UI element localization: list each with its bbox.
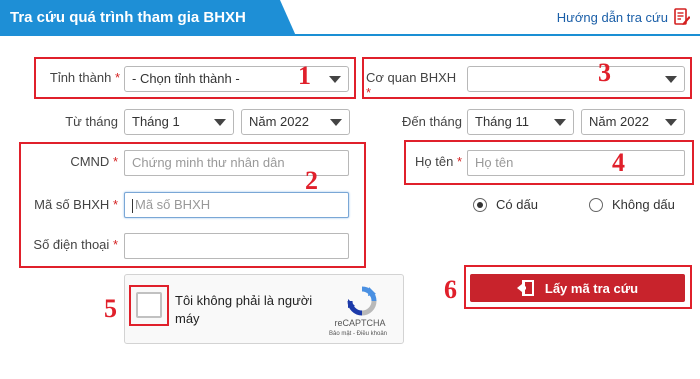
radio-unaccented[interactable]: Không dấu <box>589 197 675 212</box>
to-month-label: Đến tháng <box>402 114 462 129</box>
recaptcha-logo-icon <box>347 286 377 316</box>
annotation-number-2: 2 <box>305 166 318 195</box>
annotation-number-5: 5 <box>104 294 117 323</box>
from-year-select[interactable]: Năm 2022 <box>241 109 350 135</box>
guide-link-label: Hướng dẫn tra cứu <box>556 9 668 25</box>
annotation-box-5 <box>129 285 169 326</box>
annotation-number-1: 1 <box>298 61 311 90</box>
chevron-down-icon <box>554 119 566 126</box>
annotation-box-6 <box>464 265 692 309</box>
annotation-number-4: 4 <box>612 148 625 177</box>
guide-link[interactable]: Hướng dẫn tra cứu <box>557 8 690 26</box>
page-title: Tra cứu quá trình tham gia BHXH <box>0 0 296 36</box>
annotation-box-3 <box>362 57 692 99</box>
recaptcha-links[interactable]: Bảo mật - Điều khoản <box>318 331 398 337</box>
from-month-select[interactable]: Tháng 1 <box>124 109 234 135</box>
from-month-label: Từ tháng <box>65 114 118 129</box>
radio-unchecked-icon <box>589 197 603 212</box>
chevron-down-icon <box>330 119 342 126</box>
annotation-number-3: 3 <box>598 58 611 87</box>
recaptcha-brand: reCAPTCHA <box>334 318 386 328</box>
to-year-select[interactable]: Năm 2022 <box>581 109 685 135</box>
chevron-down-icon <box>665 119 677 126</box>
page-header: Tra cứu quá trình tham gia BHXH Hướng dẫ… <box>0 0 700 36</box>
annotation-number-6: 6 <box>444 275 457 304</box>
annotation-box-2 <box>19 142 366 268</box>
edit-document-icon <box>674 8 690 25</box>
radio-checked-icon <box>473 197 487 212</box>
radio-accented[interactable]: Có dấu <box>473 197 538 212</box>
to-month-select[interactable]: Tháng 11 <box>467 109 574 135</box>
recaptcha-text: Tôi không phải là người máy <box>175 293 313 326</box>
chevron-down-icon <box>214 119 226 126</box>
annotation-box-4 <box>404 140 694 185</box>
